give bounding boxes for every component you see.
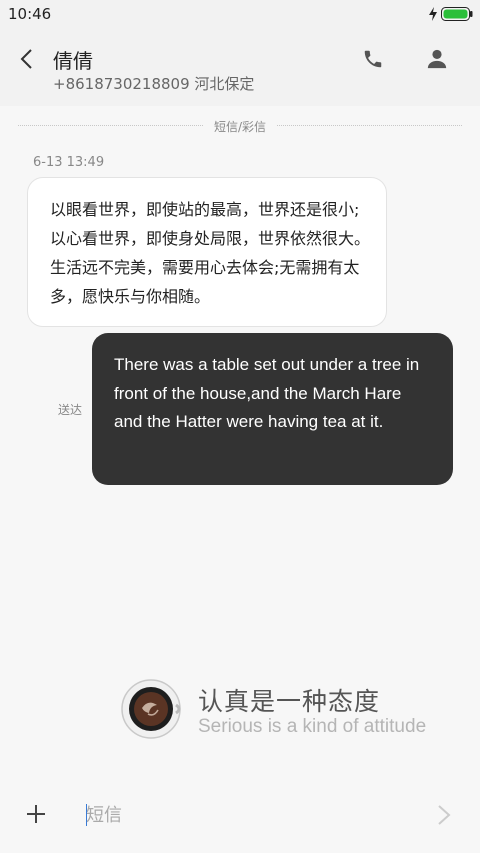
status-time: 10:46 xyxy=(8,5,52,23)
send-chevron-icon[interactable] xyxy=(436,804,452,826)
outgoing-message-text: There was a table set out under a tree i… xyxy=(114,355,420,431)
divider-line-right xyxy=(277,125,462,126)
contact-number-location: +8618730218809 河北保定 xyxy=(53,75,255,93)
outgoing-message-bubble[interactable]: There was a table set out under a tree i… xyxy=(92,333,453,485)
text-cursor xyxy=(86,804,87,826)
incoming-message-bubble[interactable]: 以眼看世界，即使站的最高，世界还是很小;以心看世界，即使身处局限，世界依然很大。… xyxy=(27,177,387,327)
brand-slogan: 认真是一种态度 Serious is a kind of attitude xyxy=(120,676,450,746)
conversation-header: 倩倩 +8618730218809 河北保定 xyxy=(0,28,480,106)
brand-slogan-chinese: 认真是一种态度 xyxy=(198,687,381,716)
compose-bar xyxy=(0,780,480,853)
person-icon[interactable] xyxy=(426,48,448,70)
add-icon[interactable] xyxy=(26,804,46,824)
message-input[interactable] xyxy=(84,800,408,830)
charging-bolt-icon xyxy=(429,7,437,21)
phone-icon[interactable] xyxy=(362,48,384,70)
back-arrow-icon[interactable] xyxy=(18,48,36,70)
contact-name: 倩倩 xyxy=(53,49,93,73)
incoming-message-text: 以眼看世界，即使站的最高，世界还是很小;以心看世界，即使身处局限，世界依然很大。… xyxy=(50,200,371,306)
status-bar: 10:46 xyxy=(0,0,480,28)
brand-slogan-english: Serious is a kind of attitude xyxy=(198,716,427,737)
coffee-cup-icon xyxy=(121,679,181,739)
message-type-divider: 短信/彩信 xyxy=(0,118,480,134)
message-type-label: 短信/彩信 xyxy=(213,120,267,134)
message-timestamp: 6-13 13:49 xyxy=(33,155,105,170)
delivery-status: 送达 xyxy=(58,403,83,417)
battery-icon xyxy=(441,7,473,21)
